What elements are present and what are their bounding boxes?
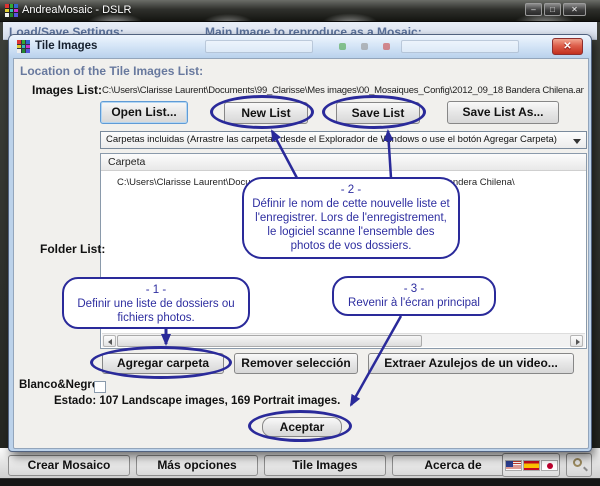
callout-1-number: - 1 - <box>70 283 242 297</box>
callout-3-text: Revenir à l'écran principal <box>348 297 480 309</box>
scroll-right-button[interactable] <box>570 335 583 347</box>
callout-2: - 2 - Définir le nom de cette nouvelle l… <box>242 177 460 259</box>
dialog-title: Tile Images <box>35 40 97 52</box>
minimize-button[interactable]: – <box>525 3 542 16</box>
acerca-de-button[interactable]: Acerca de <box>392 455 514 476</box>
dialog-titlebar: Tile Images ✕ <box>9 35 591 58</box>
status-text: Estado: 107 Landscape images, 169 Portra… <box>54 395 340 407</box>
triangle-left-icon <box>108 339 112 345</box>
triangle-right-icon <box>576 339 580 345</box>
main-window-titlebar: AndreaMosaic - DSLR – □ ✕ <box>0 0 600 22</box>
folder-dropdown-label: Carpetas incluidas (Arrastre las carpeta… <box>106 134 557 145</box>
background-ghost <box>205 40 313 53</box>
search-button[interactable] <box>566 453 592 477</box>
dialog-close-button[interactable]: ✕ <box>552 38 583 55</box>
maximize-button[interactable]: □ <box>544 3 561 16</box>
agregar-carpeta-button[interactable]: Agregar carpeta <box>102 353 224 374</box>
background-ghost-dot <box>339 43 346 50</box>
section-heading: Location of the Tile Images List: <box>20 64 203 78</box>
background-ghost <box>401 40 519 53</box>
folder-category-dropdown[interactable]: Carpetas incluidas (Arrastre las carpeta… <box>100 131 587 149</box>
horizontal-scrollbar[interactable] <box>102 333 585 347</box>
scroll-left-button[interactable] <box>103 335 116 347</box>
callout-3: - 3 - Revenir à l'écran principal <box>332 276 496 316</box>
images-list-label: Images List: <box>32 83 102 97</box>
callout-3-number: - 3 - <box>340 282 488 296</box>
callout-1: - 1 - Definir une liste de dossiers ou f… <box>62 277 250 329</box>
scrollbar-thumb[interactable] <box>117 335 422 347</box>
callout-2-number: - 2 - <box>250 183 452 197</box>
save-list-button[interactable]: Save List <box>336 102 420 124</box>
crear-mosaico-button[interactable]: Crear Mosaico <box>8 455 130 476</box>
estado-value: 107 Landscape images, 169 Portrait image… <box>99 395 340 407</box>
window-controls: – □ ✕ <box>525 3 586 16</box>
bottom-toolbar: Crear Mosaico Más opciones Tile Images A… <box>0 448 600 478</box>
background-ghost-dot <box>383 43 390 50</box>
chevron-down-icon <box>573 139 581 144</box>
callout-2-text: Définir le nom de cette nouvelle liste e… <box>252 198 450 252</box>
language-button[interactable] <box>502 453 560 477</box>
save-list-as-button[interactable]: Save List As... <box>447 101 559 124</box>
spain-flag-icon <box>523 460 540 471</box>
us-flag-icon <box>505 460 522 471</box>
remover-seleccion-button[interactable]: Remover selección <box>234 353 358 374</box>
screen: AndreaMosaic - DSLR – □ ✕ Load/Save Sett… <box>0 0 600 486</box>
folder-list-label: Folder List: <box>40 242 105 256</box>
tile-images-logo-icon <box>17 40 30 53</box>
main-window-title: AndreaMosaic - DSLR <box>22 4 131 16</box>
callout-1-text: Definir une liste de dossiers ou fichier… <box>77 298 234 324</box>
blanco-negro-checkbox[interactable] <box>94 381 106 393</box>
estado-label: Estado: <box>54 395 96 407</box>
open-list-button[interactable]: Open List... <box>100 101 188 124</box>
andreamosaic-logo-icon <box>5 4 18 17</box>
background-ghost-dot <box>361 43 368 50</box>
aceptar-button[interactable]: Aceptar <box>262 417 342 437</box>
window-bottom-edge <box>0 478 600 486</box>
images-list-path: C:\Users\Clarisse Laurent\Documents\99_C… <box>102 85 584 96</box>
close-button[interactable]: ✕ <box>563 3 586 16</box>
blanco-negro-label: Blanco&Negro: <box>19 379 103 391</box>
carpeta-column-header[interactable]: Carpeta <box>101 154 586 171</box>
japan-flag-icon <box>541 460 558 471</box>
tile-images-button[interactable]: Tile Images <box>264 455 386 476</box>
extraer-azulejos-button[interactable]: Extraer Azulejos de un video... <box>368 353 574 374</box>
new-list-button[interactable]: New List <box>224 102 308 124</box>
mas-opciones-button[interactable]: Más opciones <box>136 455 258 476</box>
magnifier-icon <box>573 458 582 467</box>
